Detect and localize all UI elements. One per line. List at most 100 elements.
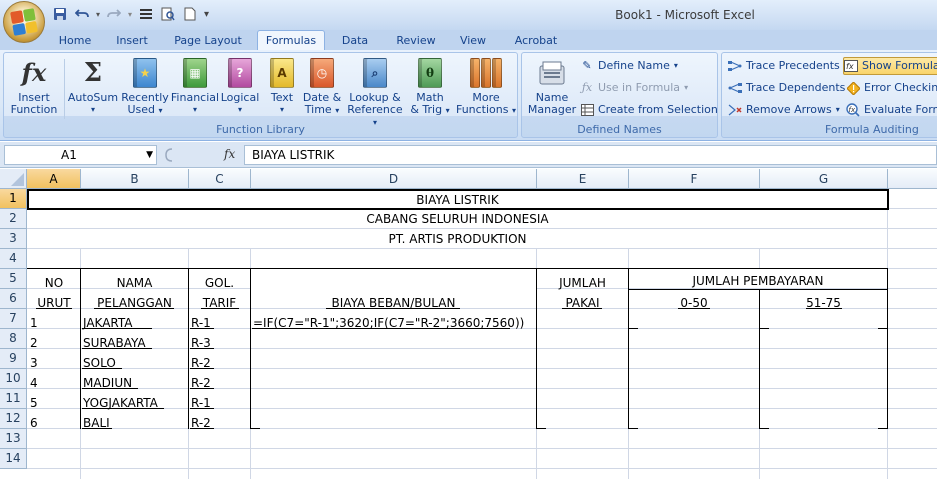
cell-d7[interactable]: =IF(C7="R-1";3620;IF(C7="R-2";3660;7560)… [253,313,524,332]
cell-a11[interactable]: 5 [30,393,38,412]
insert-function-fx-icon[interactable]: fx [224,147,235,161]
row-header-10[interactable]: 10 [0,369,27,389]
error-checking-icon [846,81,860,95]
formula-input[interactable]: BIAYA LISTRIK [244,145,937,165]
define-name-label: Define Name [598,59,670,72]
more-functions-button[interactable]: More Functions ▾ [455,57,517,117]
cell-a12[interactable]: 6 [30,413,38,432]
math-trig-button[interactable]: θ Math & Trig ▾ [408,57,452,117]
text-button[interactable]: A Text ▾ [264,57,300,116]
use-in-formula-label: Use in Formula [598,81,681,94]
name-manager-button[interactable]: Name Manager [526,57,578,116]
autosum-label: AutoSum [67,91,119,104]
dropdown-arrow-icon: ▾ [90,105,95,114]
cell-f5[interactable]: JUMLAH PEMBAYARAN [629,271,887,290]
select-all-corner[interactable] [0,169,27,189]
gridline [27,368,937,369]
tab-insert[interactable]: Insert [108,32,156,50]
cell-b8[interactable]: SURABAYA [83,333,146,352]
cell-g6[interactable]: 51-75 [760,293,887,312]
evaluate-formula-button[interactable]: fx Evaluate Formula [846,101,937,119]
column-header-d[interactable]: D [251,169,537,189]
row-header-5[interactable]: 5 [0,269,27,289]
cell-b7[interactable]: JAKARTA [83,313,132,332]
recently-used-button[interactable]: ★ Recently Used ▾ [119,57,171,117]
column-header-c[interactable]: C [189,169,251,189]
logical-book-icon: ? [225,57,255,89]
row-header-8[interactable]: 8 [0,329,27,349]
cell-a2-merged[interactable]: CABANG SELURUH INDONESIA [28,209,887,228]
use-in-formula-button[interactable]: ƒx Use in Formula ▾ [580,79,688,97]
date-time-button[interactable]: ◷ Date & Time ▾ [302,57,342,117]
remove-arrows-button[interactable]: Remove Arrows ▾ [728,101,840,119]
cell-a7[interactable]: 1 [30,313,38,332]
row-header-14[interactable]: 14 [0,449,27,469]
column-header-e[interactable]: E [537,169,629,189]
tab-home[interactable]: Home [52,32,98,50]
table-border [82,408,164,409]
column-header-f[interactable]: F [629,169,760,189]
show-formulas-button[interactable]: fx Show Formulas [843,57,937,75]
cell-a5[interactable]: NO [28,273,80,292]
cell-a3-merged[interactable]: PT. ARTIS PRODUKTION [28,229,887,248]
row-header-9[interactable]: 9 [0,349,27,369]
cell-c7[interactable]: R-1 [191,313,211,332]
row-header-6[interactable]: 6 [0,289,27,309]
column-header-b[interactable]: B [81,169,189,189]
cell-d6[interactable]: BIAYA BEBAN/BULAN [251,293,536,312]
cell-b6[interactable]: PELANGGAN [81,293,188,312]
row-header-2[interactable]: 2 [0,209,27,229]
cell-c11[interactable]: R-1 [191,393,211,412]
tab-formulas[interactable]: Formulas [257,30,325,51]
create-from-selection-button[interactable]: Create from Selection [580,101,718,119]
row-header-3[interactable]: 3 [0,229,27,249]
cell-a8[interactable]: 2 [30,333,38,352]
cell-c12[interactable]: R-2 [191,413,211,432]
cell-b5[interactable]: NAMA [81,273,188,292]
cell-f6[interactable]: 0-50 [629,293,759,312]
name-box[interactable]: A1 ▼ [4,145,157,165]
table-border [252,328,510,329]
expand-formula-icon[interactable] [162,147,176,163]
cell-c9[interactable]: R-2 [191,353,211,372]
cell-e5[interactable]: JUMLAH [537,273,628,292]
cell-c5[interactable]: GOL. [189,273,250,292]
insert-function-button[interactable]: fx Insert Function [7,57,61,116]
cell-c10[interactable]: R-2 [191,373,211,392]
trace-precedents-button[interactable]: Trace Precedents [728,57,840,75]
tab-data[interactable]: Data [334,32,376,50]
cell-c8[interactable]: R-3 [191,333,211,352]
column-header-a[interactable]: A [27,169,81,189]
row-header-13[interactable]: 13 [0,429,27,449]
row-header-11[interactable]: 11 [0,389,27,409]
tab-acrobat[interactable]: Acrobat [508,32,564,50]
tab-review[interactable]: Review [390,32,442,50]
autosum-button[interactable]: Σ AutoSum ▾ [67,57,119,116]
cell-b11[interactable]: YOGJAKARTA [83,393,158,412]
office-button[interactable] [3,1,45,43]
row-header-12[interactable]: 12 [0,409,27,429]
row-header-1[interactable]: 1 [0,189,27,209]
cell-a6[interactable]: URUT [28,293,80,312]
financial-button[interactable]: ▦ Financial ▾ [170,57,220,116]
logical-button[interactable]: ? Logical ▾ [219,57,261,116]
name-box-dropdown-icon[interactable]: ▼ [146,146,153,164]
tab-page-layout[interactable]: Page Layout [168,32,248,50]
column-header-h[interactable] [888,169,937,189]
cell-b12[interactable]: BALI [83,413,110,432]
error-checking-button[interactable]: Error Checking [846,79,937,97]
tab-view[interactable]: View [452,32,494,50]
cell-e6[interactable]: PAKAI [537,293,628,312]
cell-a9[interactable]: 3 [30,353,38,372]
cell-c6[interactable]: TARIF [189,293,250,312]
cell-a10[interactable]: 4 [30,373,38,392]
lookup-reference-button[interactable]: ⌕ Lookup & Reference ▾ [344,57,406,129]
cell-b10[interactable]: MADIUN [83,373,132,392]
trace-dependents-button[interactable]: Trace Dependents [728,79,845,97]
define-name-button[interactable]: ✎ Define Name ▾ [580,57,677,75]
cell-b9[interactable]: SOLO [83,353,116,372]
formula-controls: fx [162,145,242,165]
row-header-4[interactable]: 4 [0,249,27,269]
column-header-g[interactable]: G [760,169,888,189]
row-header-7[interactable]: 7 [0,309,27,329]
